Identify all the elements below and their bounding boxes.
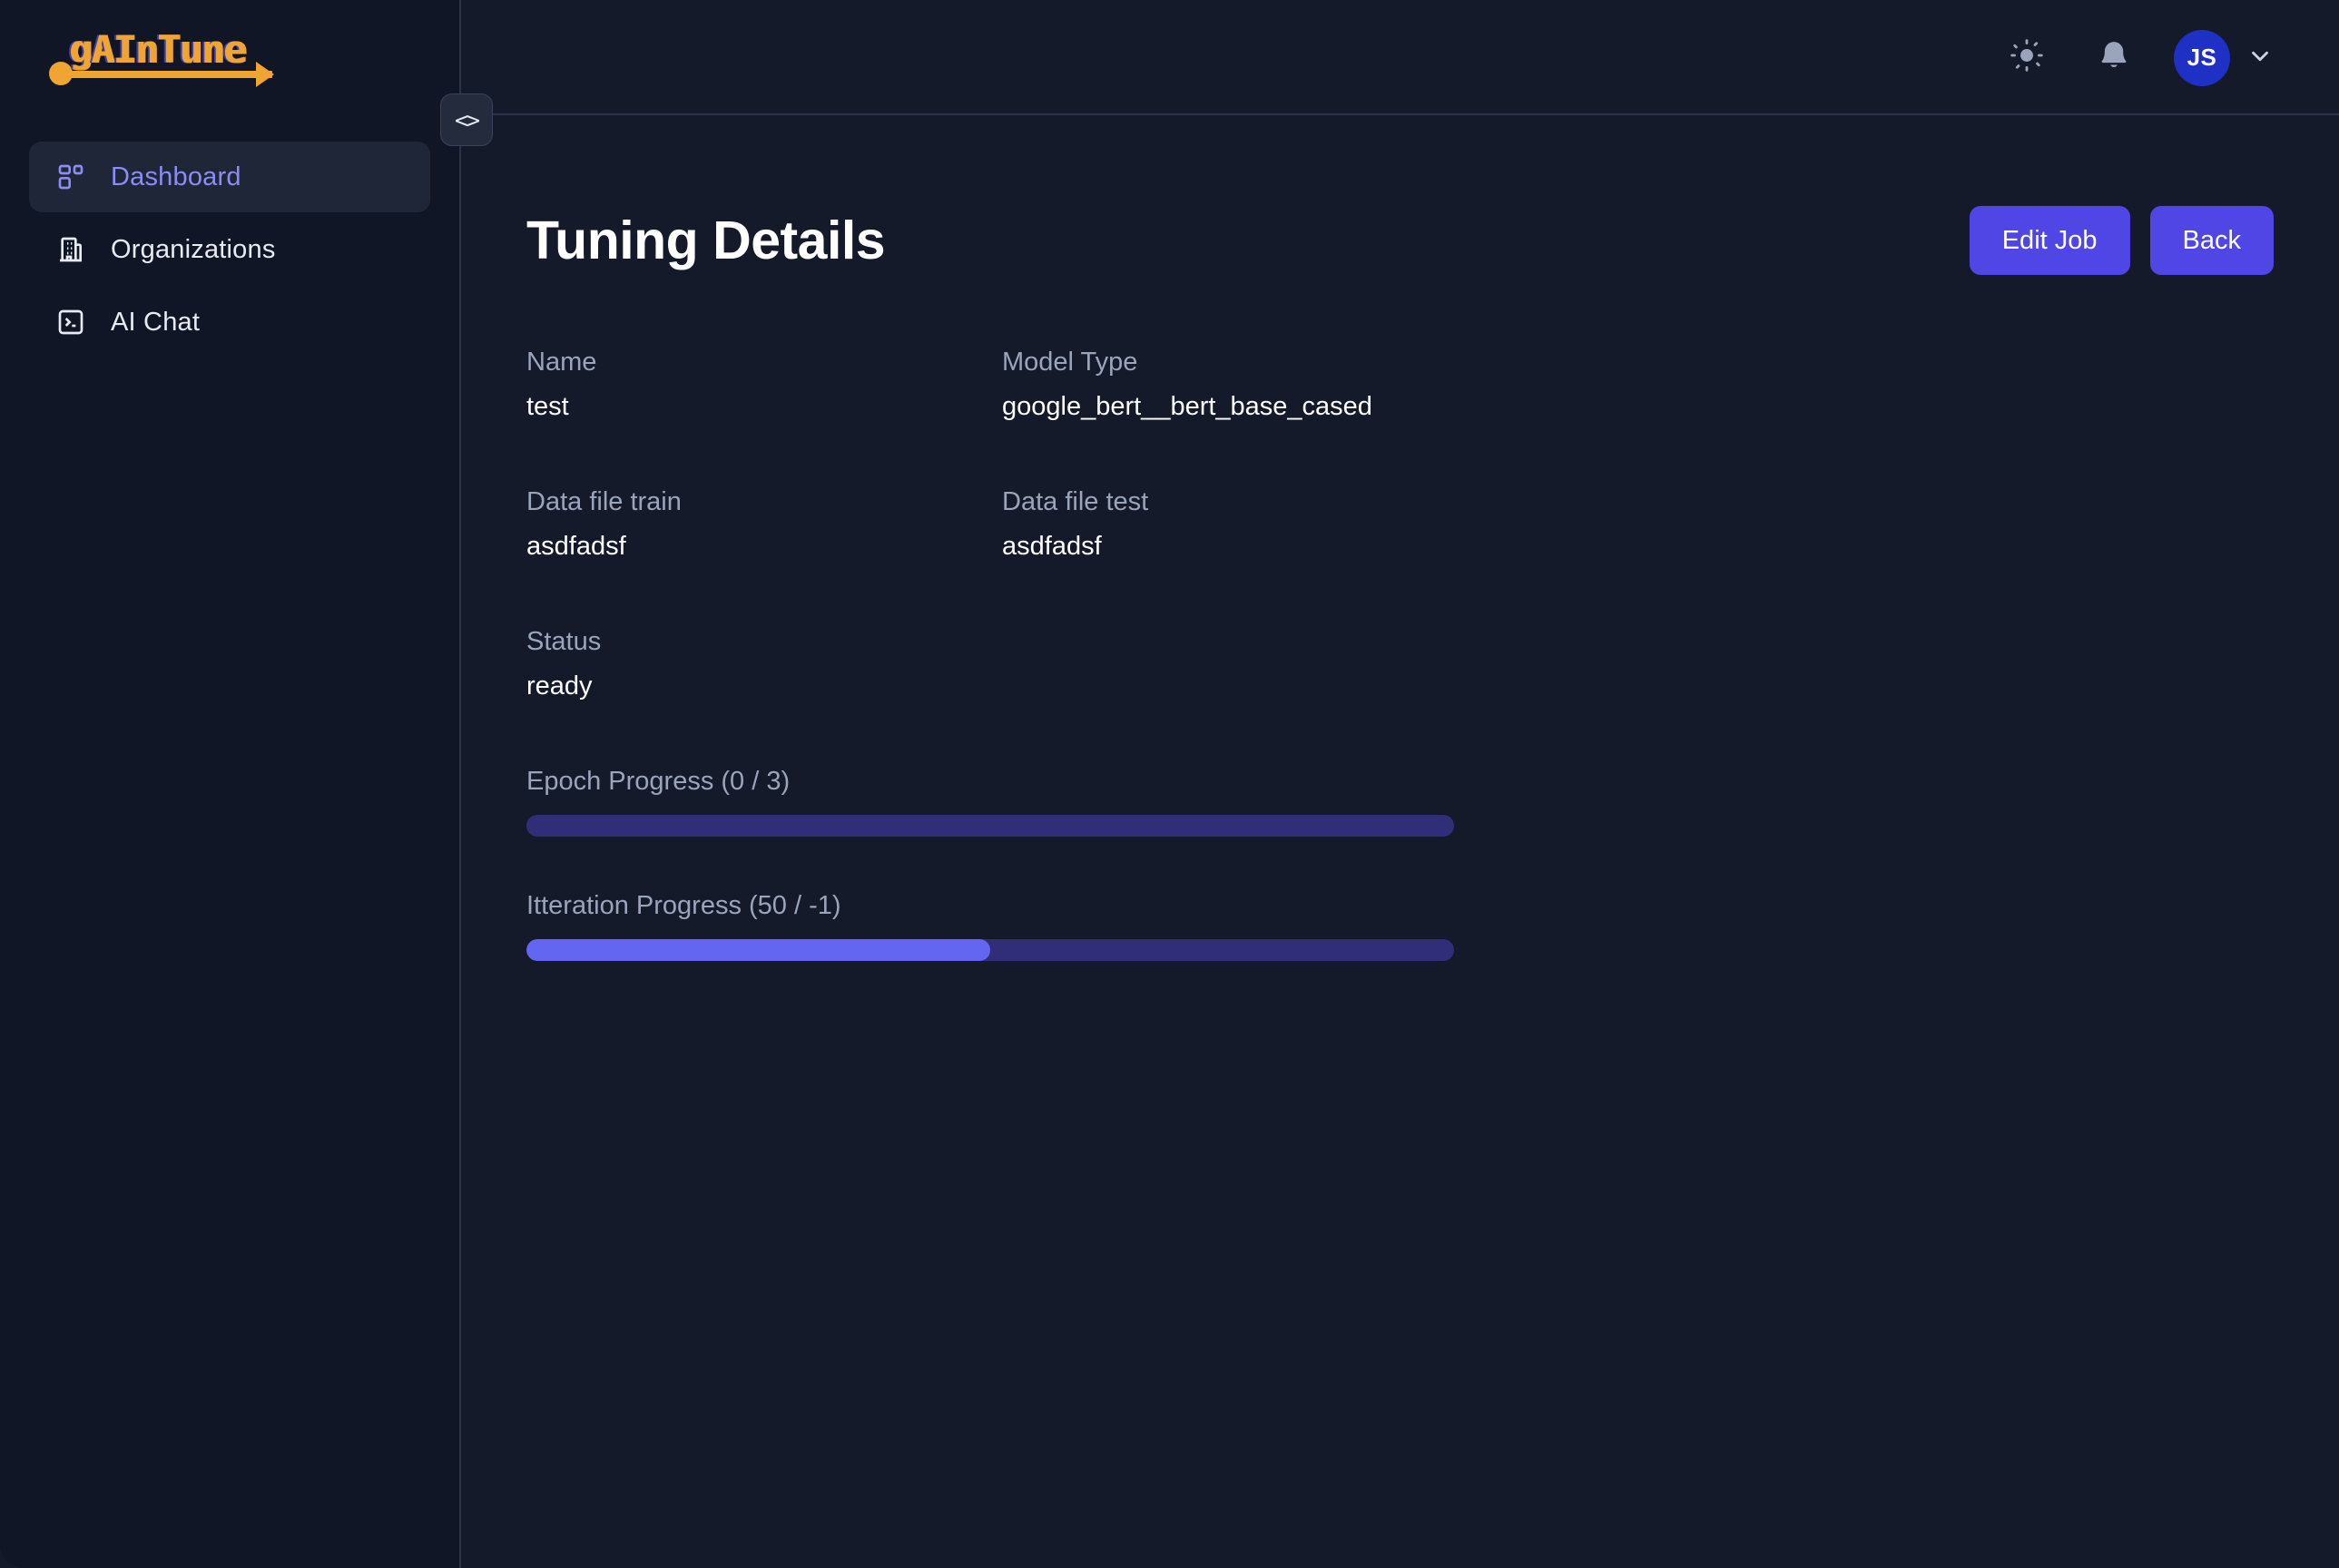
logo[interactable]: gAInTune xyxy=(0,0,459,116)
field-value: asdfadsf xyxy=(526,532,626,561)
dashboard-icon xyxy=(54,161,87,193)
sidebar-item-organizations[interactable]: Organizations xyxy=(29,214,430,285)
field-label: Name xyxy=(526,348,597,377)
field-value: asdfadsf xyxy=(1002,532,1102,561)
sidebar-item-dashboard[interactable]: Dashboard xyxy=(29,142,430,212)
sidebar-item-label: AI Chat xyxy=(111,307,201,337)
field-data-file-test: Data file test asdfadsf xyxy=(1002,487,2274,562)
iteration-progress-fill xyxy=(526,939,990,961)
theme-toggle-button[interactable] xyxy=(1983,15,2070,102)
field-data-file-train: Data file train asdfadsf xyxy=(526,487,1002,562)
field-model-type: Model Type google_bert__bert_base_cased xyxy=(1002,348,2274,422)
field-label: Data file test xyxy=(1002,487,1149,516)
field-label: Data file train xyxy=(526,487,682,516)
field-label: Model Type xyxy=(1002,348,1138,377)
avatar: JS xyxy=(2174,29,2230,86)
page-title: Tuning Details xyxy=(526,211,886,270)
page-header: Tuning Details Edit Job Back xyxy=(526,206,2274,275)
iteration-progress-track xyxy=(526,939,1454,961)
terminal-icon xyxy=(54,306,87,338)
details-grid: Name test Model Type google_bert__bert_b… xyxy=(526,348,2274,767)
user-menu[interactable]: JS xyxy=(2174,29,2274,86)
field-status: Status ready xyxy=(526,627,1002,701)
building-icon xyxy=(54,233,87,266)
main-area: JS Tuning Details Edit Job Back Name tes… xyxy=(461,0,2339,1568)
notifications-button[interactable] xyxy=(2070,15,2157,102)
status-badge: ready xyxy=(526,671,593,701)
edit-job-button[interactable]: Edit Job xyxy=(1969,206,2130,275)
app-window: gAInTune Dashboard Organizations AI Chat… xyxy=(0,0,2339,1568)
field-name: Name test xyxy=(526,348,1002,422)
page-content: Tuning Details Edit Job Back Name test M… xyxy=(461,115,2339,961)
epoch-progress-label: Epoch Progress (0 / 3) xyxy=(526,767,791,796)
back-button[interactable]: Back xyxy=(2149,206,2274,275)
epoch-progress: Epoch Progress (0 / 3) xyxy=(526,767,2274,837)
sidebar-nav: Dashboard Organizations AI Chat xyxy=(0,116,459,358)
sidebar-item-ai-chat[interactable]: AI Chat xyxy=(29,287,430,358)
sidebar-item-label: Organizations xyxy=(111,234,276,264)
logo-arrow-icon xyxy=(65,62,274,87)
sidebar: gAInTune Dashboard Organizations AI Chat xyxy=(0,0,461,1568)
sun-icon xyxy=(2010,38,2044,77)
field-spacer xyxy=(1002,627,2274,767)
field-label: Status xyxy=(526,627,602,656)
field-value: test xyxy=(526,392,569,421)
bell-icon xyxy=(2097,38,2131,77)
chevron-down-icon xyxy=(2246,43,2274,74)
logo-text: gAInTune xyxy=(69,27,246,72)
iteration-progress: Itteration Progress (50 / -1) xyxy=(526,891,2274,961)
field-value: google_bert__bert_base_cased xyxy=(1002,392,1372,421)
page-actions: Edit Job Back xyxy=(1969,206,2274,275)
sidebar-collapse-toggle[interactable]: <> xyxy=(440,93,493,146)
iteration-progress-label: Itteration Progress (50 / -1) xyxy=(526,891,841,920)
epoch-progress-track xyxy=(526,815,1454,837)
code-chevrons-icon: <> xyxy=(454,106,480,133)
sidebar-item-label: Dashboard xyxy=(111,162,241,191)
topbar: JS xyxy=(461,0,2339,115)
